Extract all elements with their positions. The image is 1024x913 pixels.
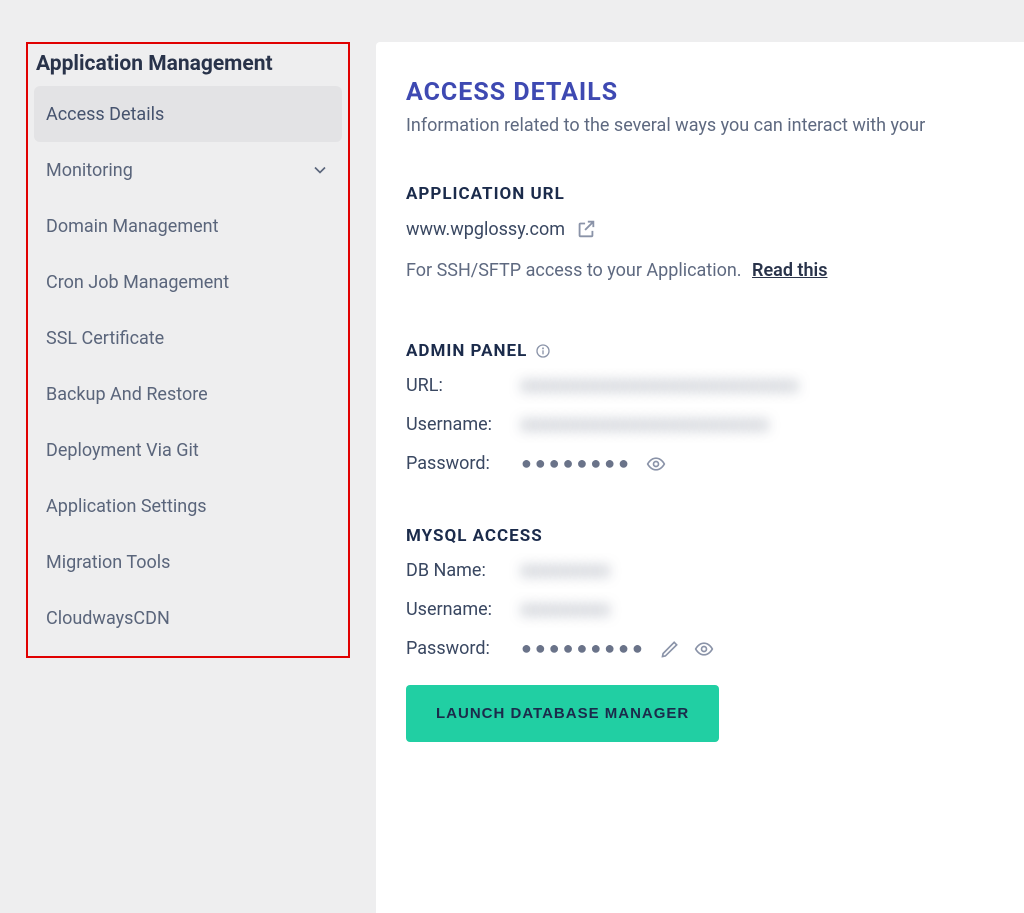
pencil-icon[interactable] [660,639,680,659]
admin-username-value: xxxxxxxxxxxxxxxxxxxxxxxxx [521,414,769,435]
sidebar-item-label: Monitoring [46,160,133,181]
admin-username-key: Username: [406,414,521,435]
sidebar-item-monitoring[interactable]: Monitoring [34,142,342,198]
section-app-url-title: APPLICATION URL [406,184,1002,204]
info-icon[interactable] [535,343,551,359]
mysql-db-value: xxxxxxxxx [521,560,610,581]
sidebar-item-cron-job[interactable]: Cron Job Management [34,254,342,310]
mysql-password-masked: ●●●●●●●●● [521,638,646,659]
sidebar-title: Application Management [34,50,342,86]
sidebar-item-migration[interactable]: Migration Tools [34,534,342,590]
admin-password-key: Password: [406,453,521,474]
mysql-password-key: Password: [406,638,521,659]
sidebar-item-label: Cron Job Management [46,272,229,293]
section-mysql-title: MYSQL ACCESS [406,526,1002,546]
eye-icon[interactable] [694,639,714,659]
sidebar-item-label: CloudwaysCDN [46,608,170,629]
chevron-down-icon [310,160,330,180]
sidebar-item-label: Application Settings [46,496,207,517]
sidebar-item-backup[interactable]: Backup And Restore [34,366,342,422]
eye-icon[interactable] [646,454,666,474]
app-url-value: www.wpglossy.com [406,219,565,240]
external-link-icon[interactable] [575,218,597,240]
sidebar: Application Management Access Details Mo… [26,42,350,658]
sidebar-item-label: Migration Tools [46,552,170,573]
mysql-username-value: xxxxxxxxx [521,599,610,620]
admin-password-masked: ●●●●●●●● [521,453,632,474]
sidebar-item-app-settings[interactable]: Application Settings [34,478,342,534]
admin-url-value: xxxxxxxxxxxxxxxxxxxxxxxxxxxx [521,375,799,396]
section-title-label: APPLICATION URL [406,184,565,204]
mysql-username-key: Username: [406,599,521,620]
ssh-note: For SSH/SFTP access to your Application.… [406,260,1002,281]
sidebar-item-label: SSL Certificate [46,328,164,349]
page-title: ACCESS DETAILS [406,78,1002,107]
sidebar-item-label: Deployment Via Git [46,440,199,461]
section-title-label: MYSQL ACCESS [406,526,543,546]
sidebar-item-access-details[interactable]: Access Details [34,86,342,142]
launch-db-manager-button[interactable]: LAUNCH DATABASE MANAGER [406,685,719,742]
read-this-link[interactable]: Read this [752,260,827,281]
page-subtitle: Information related to the several ways … [406,115,1002,136]
sidebar-item-ssl[interactable]: SSL Certificate [34,310,342,366]
mysql-db-key: DB Name: [406,560,521,581]
ssh-note-text: For SSH/SFTP access to your Application. [406,260,742,281]
main-panel: ACCESS DETAILS Information related to th… [376,42,1024,913]
section-title-label: ADMIN PANEL [406,341,527,361]
sidebar-item-cdn[interactable]: CloudwaysCDN [34,590,342,646]
admin-url-key: URL: [406,375,521,396]
sidebar-item-domain-management[interactable]: Domain Management [34,198,342,254]
sidebar-item-label: Access Details [46,104,164,125]
sidebar-item-label: Backup And Restore [46,384,208,405]
sidebar-item-label: Domain Management [46,216,219,237]
sidebar-item-git[interactable]: Deployment Via Git [34,422,342,478]
section-admin-title: ADMIN PANEL [406,341,1002,361]
